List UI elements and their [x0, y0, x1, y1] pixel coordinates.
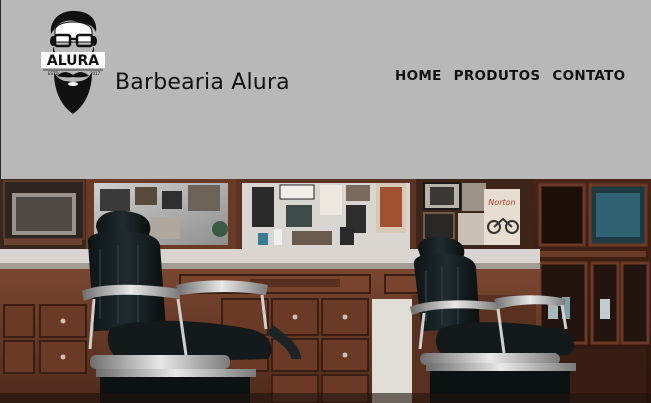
hero-banner: Norton: [0, 179, 651, 403]
logo-text: ALURA: [47, 53, 99, 69]
barbershop-interior-photo: Norton: [0, 179, 651, 403]
nav-contato-link[interactable]: CONTATO: [552, 68, 625, 84]
site-header: ALURA ESTD 2017 Barbearia Alura HOME PRO…: [0, 0, 651, 179]
nav-home-link[interactable]: HOME: [395, 68, 442, 84]
bearded-man-logo-icon[interactable]: ALURA ESTD 2017: [41, 8, 105, 116]
brand-name[interactable]: Barbearia Alura: [115, 70, 290, 95]
nav-produtos-link[interactable]: PRODUTOS: [454, 68, 541, 84]
page: ALURA ESTD 2017 Barbearia Alura HOME PRO…: [0, 0, 651, 403]
logo-est-left: ESTD: [48, 71, 59, 76]
poster-text: Norton: [488, 198, 515, 207]
main-nav: HOME PRODUTOS CONTATO: [395, 68, 625, 84]
